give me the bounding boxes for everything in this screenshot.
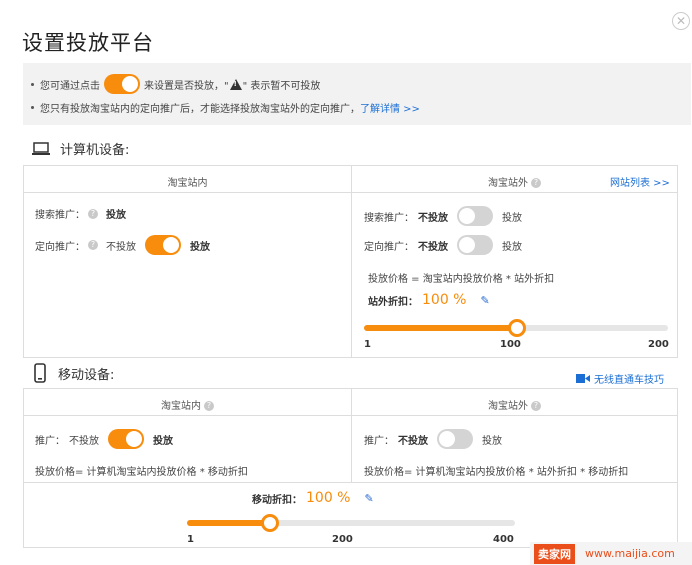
section-label: 移动设备:: [58, 367, 115, 383]
warning-icon: [229, 78, 242, 90]
mobile-outside-toggle[interactable]: [437, 429, 473, 449]
row-label: 定向推广：: [364, 241, 414, 253]
mobile-discount-slider[interactable]: [187, 514, 515, 532]
slider-mid-label: 100: [500, 339, 521, 350]
on-label: 投放: [502, 212, 522, 224]
on-label: 投放: [190, 241, 210, 253]
help-icon[interactable]: ?: [88, 208, 98, 219]
slider-max-label: 400: [493, 534, 514, 545]
pc-discount-slider[interactable]: [364, 319, 668, 337]
mobile-outside-price-formula: 投放价格= 计算机淘宝站内投放价格 * 站外折扣 * 移动折扣: [364, 467, 629, 478]
slider-fill: [364, 325, 516, 331]
notice-line-2: 您只有投放淘宝站内的定向推广后，才能选择投放淘宝站外的定向推广， 了解详情 >>: [31, 100, 420, 115]
notice-text: 您只有投放淘宝站内的定向推广后，才能选择投放淘宝站外的定向推广，: [40, 104, 360, 115]
header-text: 淘宝站外: [488, 401, 528, 412]
pc-out-search-row: 搜索推广： 不投放 投放: [364, 206, 522, 226]
watermark: 卖家网 www.maijia.com: [530, 542, 692, 565]
discount-value: 100 %: [306, 490, 351, 506]
mobile-inside-price-formula: 投放价格= 计算机淘宝站内投放价格 * 移动折扣: [35, 467, 248, 478]
slider-max-label: 200: [648, 339, 669, 350]
edit-icon[interactable]: ✎: [364, 492, 373, 505]
notice-text: 您可通过点击: [40, 80, 100, 92]
pc-price-formula: 投放价格 = 淘宝站内投放价格 * 站外折扣: [368, 274, 555, 285]
close-icon[interactable]: ✕: [672, 12, 690, 30]
mobile-phone-icon: [34, 363, 46, 383]
off-label: 不投放: [418, 241, 448, 253]
divider: [24, 192, 677, 193]
pc-out-target-toggle[interactable]: [457, 235, 493, 255]
pc-target-row: 定向推广：? 不投放 投放: [35, 235, 210, 255]
help-icon[interactable]: ?: [88, 240, 98, 250]
row-label: 推广：: [364, 435, 394, 447]
watermark-url: www.maijia.com: [585, 547, 675, 560]
watermark-logo: 卖家网: [534, 543, 575, 564]
slider-handle[interactable]: [508, 319, 526, 337]
help-icon[interactable]: ?: [204, 401, 214, 411]
site-list-link[interactable]: 网站列表 >>: [610, 174, 670, 189]
notice-text: 来设置是否投放，": [144, 80, 229, 92]
search-status: 投放: [106, 210, 126, 221]
edit-icon[interactable]: ✎: [480, 294, 489, 307]
help-icon[interactable]: ?: [531, 178, 541, 188]
pc-target-toggle[interactable]: [145, 235, 181, 255]
pc-section-heading: 计算机设备:: [32, 139, 129, 158]
pc-out-search-toggle[interactable]: [457, 206, 493, 226]
off-label: 不投放: [106, 241, 136, 253]
header-text: 淘宝站内: [161, 401, 201, 412]
on-label: 投放: [502, 241, 522, 253]
dialog-title: 设置投放平台: [22, 31, 154, 55]
mobile-tips-link[interactable]: 无线直通车技巧: [576, 371, 664, 386]
mobile-section-heading: 移动设备:: [34, 363, 114, 383]
mobile-inside-promo-row: 推广： 不投放 投放: [35, 429, 173, 449]
off-label: 不投放: [398, 435, 428, 447]
tips-link-text: 无线直通车技巧: [594, 375, 664, 386]
example-toggle: [104, 74, 140, 94]
on-label: 投放: [153, 435, 173, 447]
divider: [351, 166, 352, 357]
pc-inside-header: 淘宝站内: [24, 174, 351, 189]
mobile-inside-toggle[interactable]: [108, 429, 144, 449]
slider-fill: [187, 520, 269, 526]
slider-min-label: 1: [364, 339, 371, 350]
discount-label: 移动折扣：: [252, 494, 302, 506]
row-label: 搜索推广：: [35, 210, 85, 221]
section-label: 计算机设备:: [60, 143, 130, 158]
learn-more-link[interactable]: 了解详情 >>: [360, 100, 420, 115]
mobile-panel: 淘宝站内? 淘宝站外? 推广： 不投放 投放 投放价格= 计算机淘宝站内投放价格…: [23, 388, 678, 548]
notice-box: 您可通过点击 来设置是否投放，" " 表示暂不可投放 您只有投放淘宝站内的定向推…: [23, 63, 691, 125]
video-camera-icon: [576, 374, 590, 383]
notice-text: " 表示暂不可投放: [242, 80, 321, 92]
slider-handle[interactable]: [261, 514, 279, 532]
notice-line-1: 您可通过点击 来设置是否投放，" " 表示暂不可投放: [31, 74, 320, 94]
divider: [24, 482, 677, 483]
bullet-icon: [31, 82, 34, 86]
computer-icon: [32, 141, 50, 155]
bullet-icon: [31, 106, 34, 109]
mobile-outside-header: 淘宝站外?: [352, 397, 677, 412]
pc-panel: 淘宝站内 淘宝站外? 网站列表 >> 搜索推广：? 投放 定向推广：? 不投放 …: [23, 165, 678, 358]
row-label: 推广：: [35, 435, 65, 447]
row-label: 搜索推广：: [364, 212, 414, 224]
discount-label: 站外折扣：: [368, 296, 418, 308]
help-icon[interactable]: ?: [531, 401, 541, 411]
pc-search-row: 搜索推广：? 投放: [35, 206, 126, 221]
on-label: 投放: [482, 435, 502, 447]
mobile-inside-header: 淘宝站内?: [24, 397, 351, 412]
off-label: 不投放: [418, 212, 448, 224]
mobile-outside-promo-row: 推广： 不投放 投放: [364, 429, 502, 449]
slider-mid-label: 200: [332, 534, 353, 545]
header-text: 淘宝站外: [488, 178, 528, 189]
pc-out-target-row: 定向推广： 不投放 投放: [364, 235, 522, 255]
pc-discount-row: 站外折扣： 100 % ✎: [368, 292, 490, 308]
off-label: 不投放: [69, 435, 99, 447]
slider-min-label: 1: [187, 534, 194, 545]
discount-value: 100 %: [422, 292, 467, 308]
mobile-discount-row: 移动折扣： 100 % ✎: [252, 490, 374, 506]
divider: [24, 415, 677, 416]
row-label: 定向推广：: [35, 241, 85, 253]
header-text: 淘宝站内: [167, 178, 208, 189]
